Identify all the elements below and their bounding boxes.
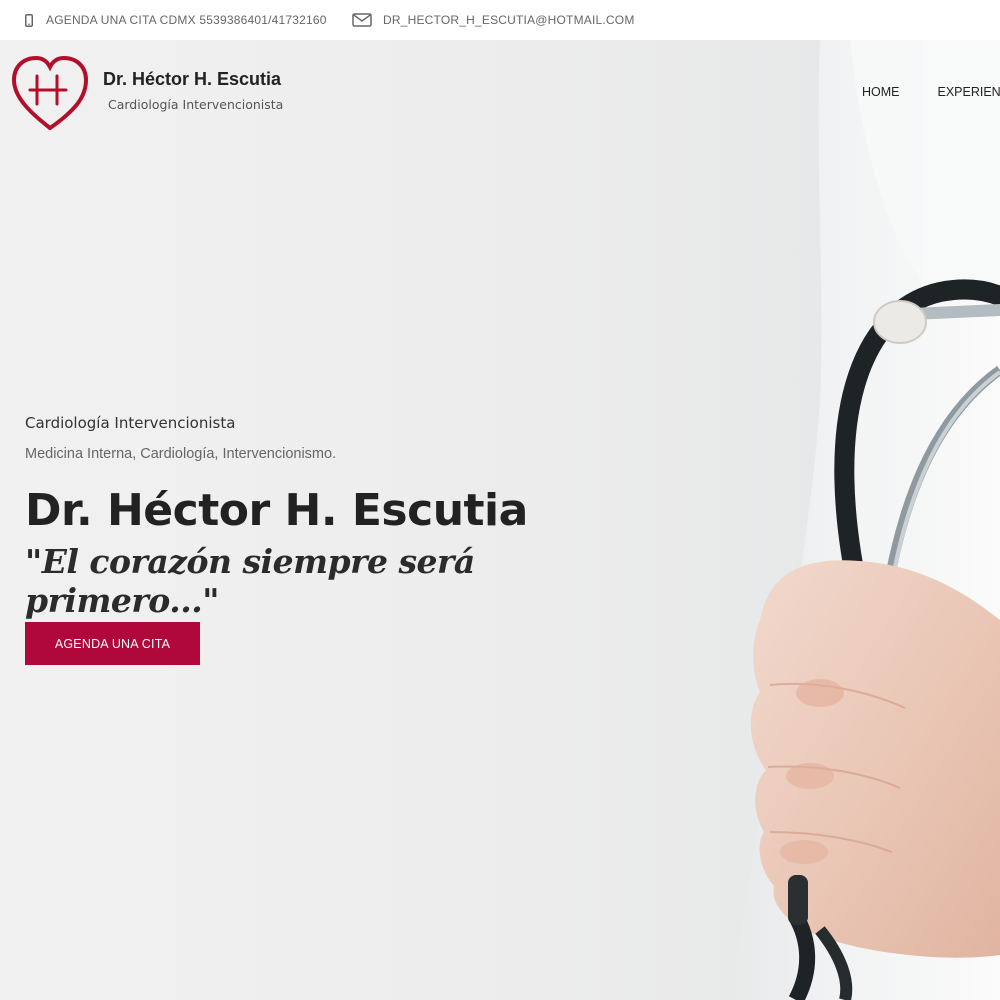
- top-contact-bar: AGENDA UNA CITA CDMX 5539386401/41732160…: [0, 0, 1000, 40]
- nav-item-home[interactable]: HOME: [862, 85, 900, 99]
- hero-specialties: Medicina Interna, Cardiología, Intervenc…: [25, 446, 337, 462]
- email-contact[interactable]: DR_HECTOR_H_ESCUTIA@HOTMAIL.COM: [352, 13, 635, 27]
- site-logo[interactable]: [10, 54, 92, 139]
- mobile-phone-icon: [25, 13, 33, 27]
- hero-section: Dr. Héctor H. Escutia Cardiología Interv…: [0, 40, 1000, 1000]
- logo-text: Dr. Héctor H. Escutia Cardiología Interv…: [103, 69, 343, 112]
- brand-name: Dr. Héctor H. Escutia: [103, 69, 282, 89]
- hero-headline: Dr. Héctor H. Escutia: [25, 485, 528, 536]
- brand-subtitle: Cardiología Intervencionista: [108, 97, 284, 112]
- doctor-stethoscope-photo: [730, 40, 1000, 1000]
- heart-h-logo-icon: [10, 54, 92, 139]
- nav-item-experiencia[interactable]: EXPERIENC: [938, 85, 1000, 99]
- email-text: DR_HECTOR_H_ESCUTIA@HOTMAIL.COM: [383, 13, 635, 27]
- phone-contact[interactable]: AGENDA UNA CITA CDMX 5539386401/41732160: [25, 13, 327, 27]
- phone-text: AGENDA UNA CITA CDMX 5539386401/41732160: [46, 13, 327, 27]
- agenda-cita-button[interactable]: AGENDA UNA CITA: [25, 622, 200, 665]
- envelope-icon: [352, 13, 372, 27]
- hero-eyebrow: Cardiología Intervencionista: [25, 414, 236, 432]
- hero-content: Cardiología Intervencionista Medicina In…: [25, 414, 645, 620]
- hero-tagline: "El corazón siempre será primero...": [25, 542, 475, 620]
- main-nav: HOME EXPERIENC: [862, 85, 1000, 99]
